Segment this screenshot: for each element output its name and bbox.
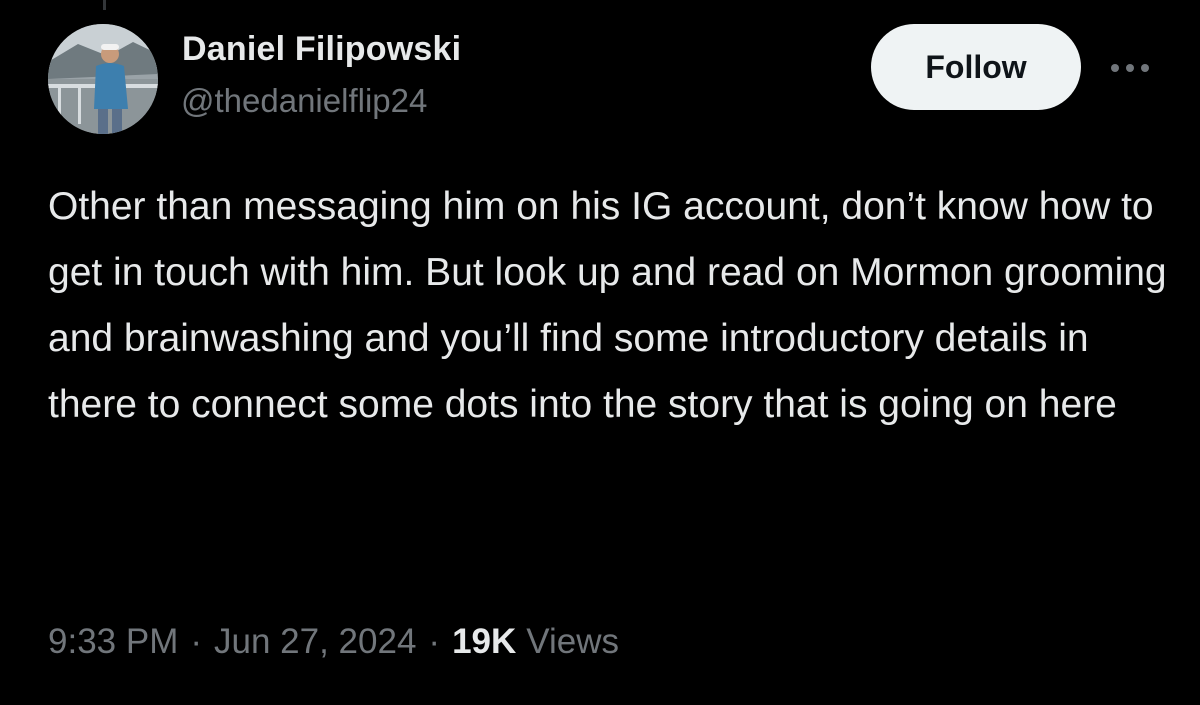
profile-photo-icon <box>48 24 158 134</box>
tweet-time[interactable]: 9:33 PM <box>48 622 178 662</box>
views-label: Views <box>526 622 620 661</box>
more-options-button[interactable] <box>1106 55 1154 81</box>
views-count: 19K <box>452 622 517 661</box>
tweet-metadata: 9:33 PM · Jun 27, 2024 · 19K Views <box>48 622 619 662</box>
more-horizontal-icon <box>1111 64 1149 72</box>
author-display-name[interactable]: Daniel Filipowski <box>182 30 461 69</box>
author-handle[interactable]: @thedanielflip24 <box>181 82 427 120</box>
meta-separator: · <box>190 622 203 661</box>
tweet-date[interactable]: Jun 27, 2024 <box>214 622 416 662</box>
follow-button[interactable]: Follow <box>871 24 1081 110</box>
follow-button-label: Follow <box>925 48 1027 85</box>
meta-separator: · <box>428 622 441 661</box>
thread-connector-line <box>103 0 106 10</box>
avatar[interactable] <box>48 24 158 134</box>
tweet-text: Other than messaging him on his IG accou… <box>48 185 1178 426</box>
